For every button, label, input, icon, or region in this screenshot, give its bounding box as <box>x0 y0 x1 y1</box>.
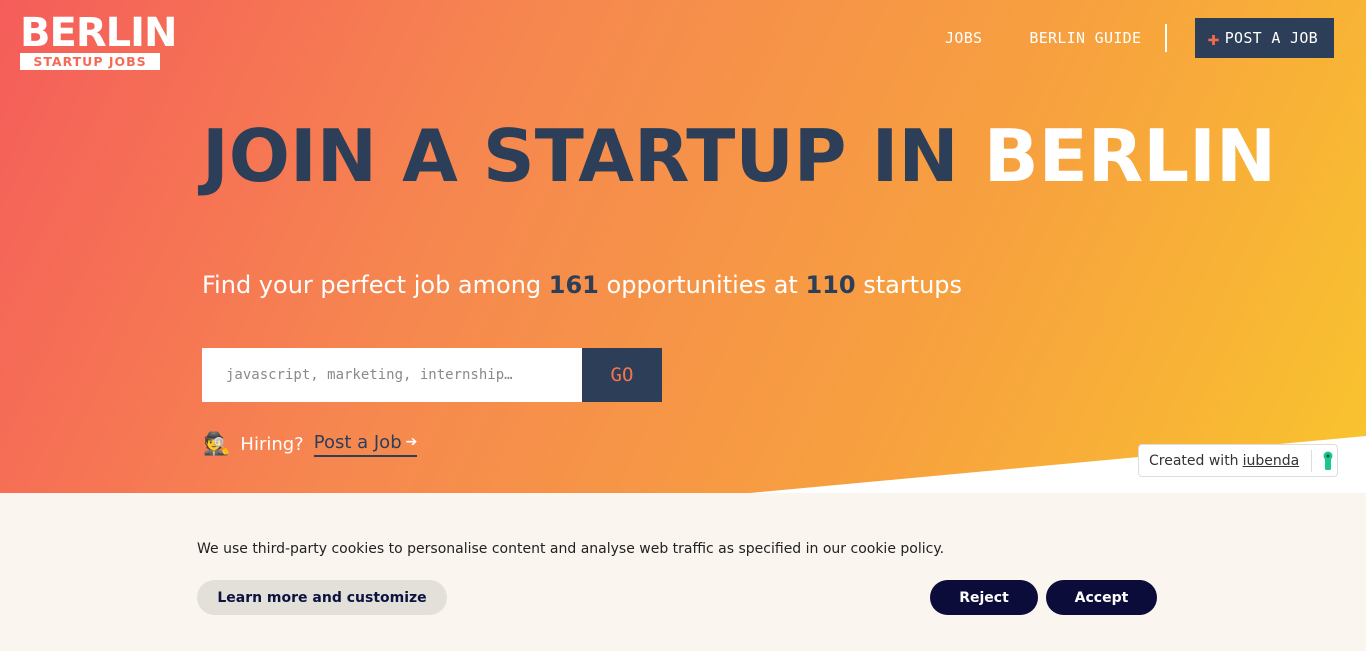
post-a-job-label: POST A JOB <box>1224 29 1318 47</box>
search-input[interactable] <box>202 348 582 402</box>
startup-count: 110 <box>805 271 856 299</box>
logo-sub-text: STARTUP JOBS <box>20 53 160 70</box>
iubenda-keyhole-icon <box>1322 451 1334 471</box>
nav-berlin-guide-link[interactable]: BERLIN GUIDE <box>1029 29 1141 47</box>
job-search-form: GO <box>202 348 662 402</box>
cookie-notice-text: We use third-party cookies to personalis… <box>197 541 945 557</box>
nav-divider <box>1165 24 1168 52</box>
reject-cookies-button[interactable]: Reject <box>930 580 1038 615</box>
post-a-job-link-label: Post a Job <box>313 431 402 453</box>
top-nav: JOBS BERLIN GUIDE ✚ POST A JOB <box>945 18 1334 58</box>
logo-main-text: BERLIN <box>20 10 177 56</box>
plus-icon: ✚ <box>1207 26 1220 50</box>
hiring-row: 🕵 Hiring? Post a Job ➔ <box>203 428 418 460</box>
post-a-job-link[interactable]: Post a Job ➔ <box>313 431 418 457</box>
nav-jobs-link[interactable]: JOBS <box>945 29 982 47</box>
iubenda-link[interactable]: iubenda <box>1243 453 1300 469</box>
page-headline: JOIN A STARTUP IN BERLIN <box>202 112 1276 200</box>
site-logo[interactable]: BERLIN STARTUP JOBS <box>20 10 177 70</box>
go-button[interactable]: GO <box>582 348 662 402</box>
subline-suffix: startups <box>855 271 963 299</box>
hiring-label: Hiring? <box>240 433 304 455</box>
iubenda-prefix: Created with <box>1149 452 1239 469</box>
learn-more-customize-button[interactable]: Learn more and customize <box>197 580 447 615</box>
headline-dark: JOIN A STARTUP IN <box>202 114 984 198</box>
hero-bottom-wedge <box>750 436 1366 493</box>
subline-middle: opportunities at <box>598 271 806 299</box>
accept-cookies-button[interactable]: Accept <box>1046 580 1157 615</box>
hero-subline: Find your perfect job among 161 opportun… <box>202 268 962 302</box>
iubenda-badge[interactable]: Created with iubenda <box>1138 444 1338 477</box>
headline-accent: BERLIN <box>983 114 1277 198</box>
detective-icon: 🕵 <box>203 431 231 457</box>
job-count: 161 <box>548 271 599 299</box>
cookie-banner: We use third-party cookies to personalis… <box>0 493 1366 651</box>
hero-section: BERLIN STARTUP JOBS JOBS BERLIN GUIDE ✚ … <box>0 0 1366 493</box>
arrow-right-icon: ➔ <box>405 434 418 450</box>
post-a-job-button[interactable]: ✚ POST A JOB <box>1195 18 1334 58</box>
subline-prefix: Find your perfect job among <box>202 271 549 299</box>
iubenda-separator <box>1311 449 1313 472</box>
